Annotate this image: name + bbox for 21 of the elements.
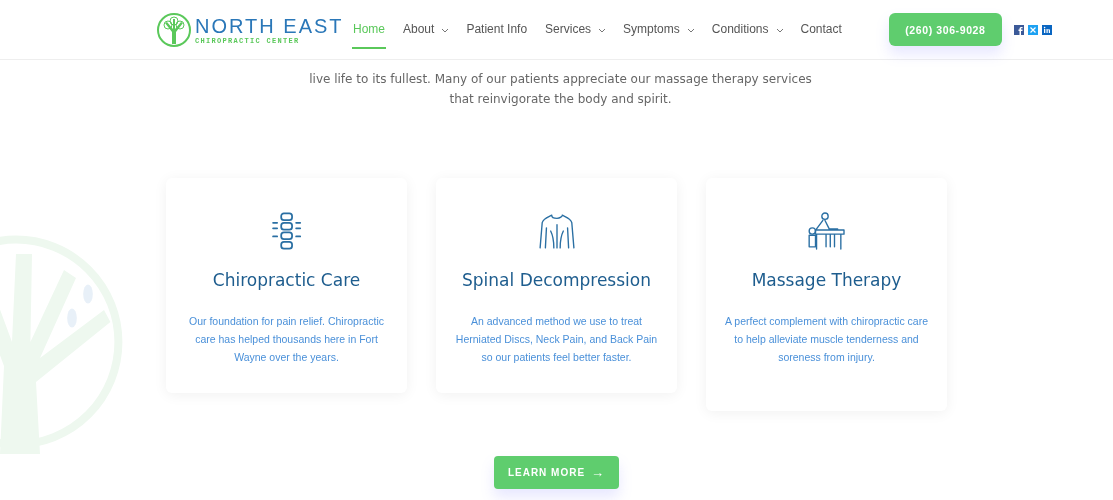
card-title: Chiropractic Care bbox=[212, 270, 361, 290]
nav-link[interactable]: Services bbox=[544, 0, 593, 60]
massage-table-icon bbox=[806, 212, 847, 250]
nav-link[interactable]: About bbox=[402, 0, 436, 60]
nav-link[interactable]: Conditions bbox=[710, 0, 770, 60]
nav-link[interactable]: Contact bbox=[799, 0, 843, 60]
card-text: Our foundation for pain relief. Chiropractic care has helped thousands here in Fort Wayne over the years. bbox=[188, 314, 385, 365]
card-text: An advanced method we use to treat Herniated Discs, Neck Pain, and Back Pain so our patients feel better faster. bbox=[454, 314, 659, 365]
linkedin-icon[interactable] bbox=[1041, 24, 1052, 35]
facebook-icon[interactable] bbox=[1013, 24, 1024, 35]
nav-link[interactable]: Symptoms bbox=[622, 0, 681, 60]
intro-text: that reinvigorate the body and spirit. bbox=[448, 90, 673, 108]
logo-title: NORTH EAST bbox=[195, 14, 344, 37]
card-title: Spinal Decompression bbox=[462, 270, 651, 290]
back-torso-icon bbox=[537, 212, 576, 250]
card-title: Massage Therapy bbox=[751, 270, 902, 290]
tree-logo-icon bbox=[156, 11, 192, 48]
intro-text: live life to its fullest. Many of our patients appreciate our massage therapy services bbox=[308, 71, 813, 88]
x-icon[interactable] bbox=[1027, 24, 1038, 35]
card-text: A perfect complement with chiropractic care to help alleviate muscle tenderness and soreness from injury. bbox=[724, 314, 929, 365]
nav-link[interactable]: Patient Info bbox=[465, 0, 529, 60]
